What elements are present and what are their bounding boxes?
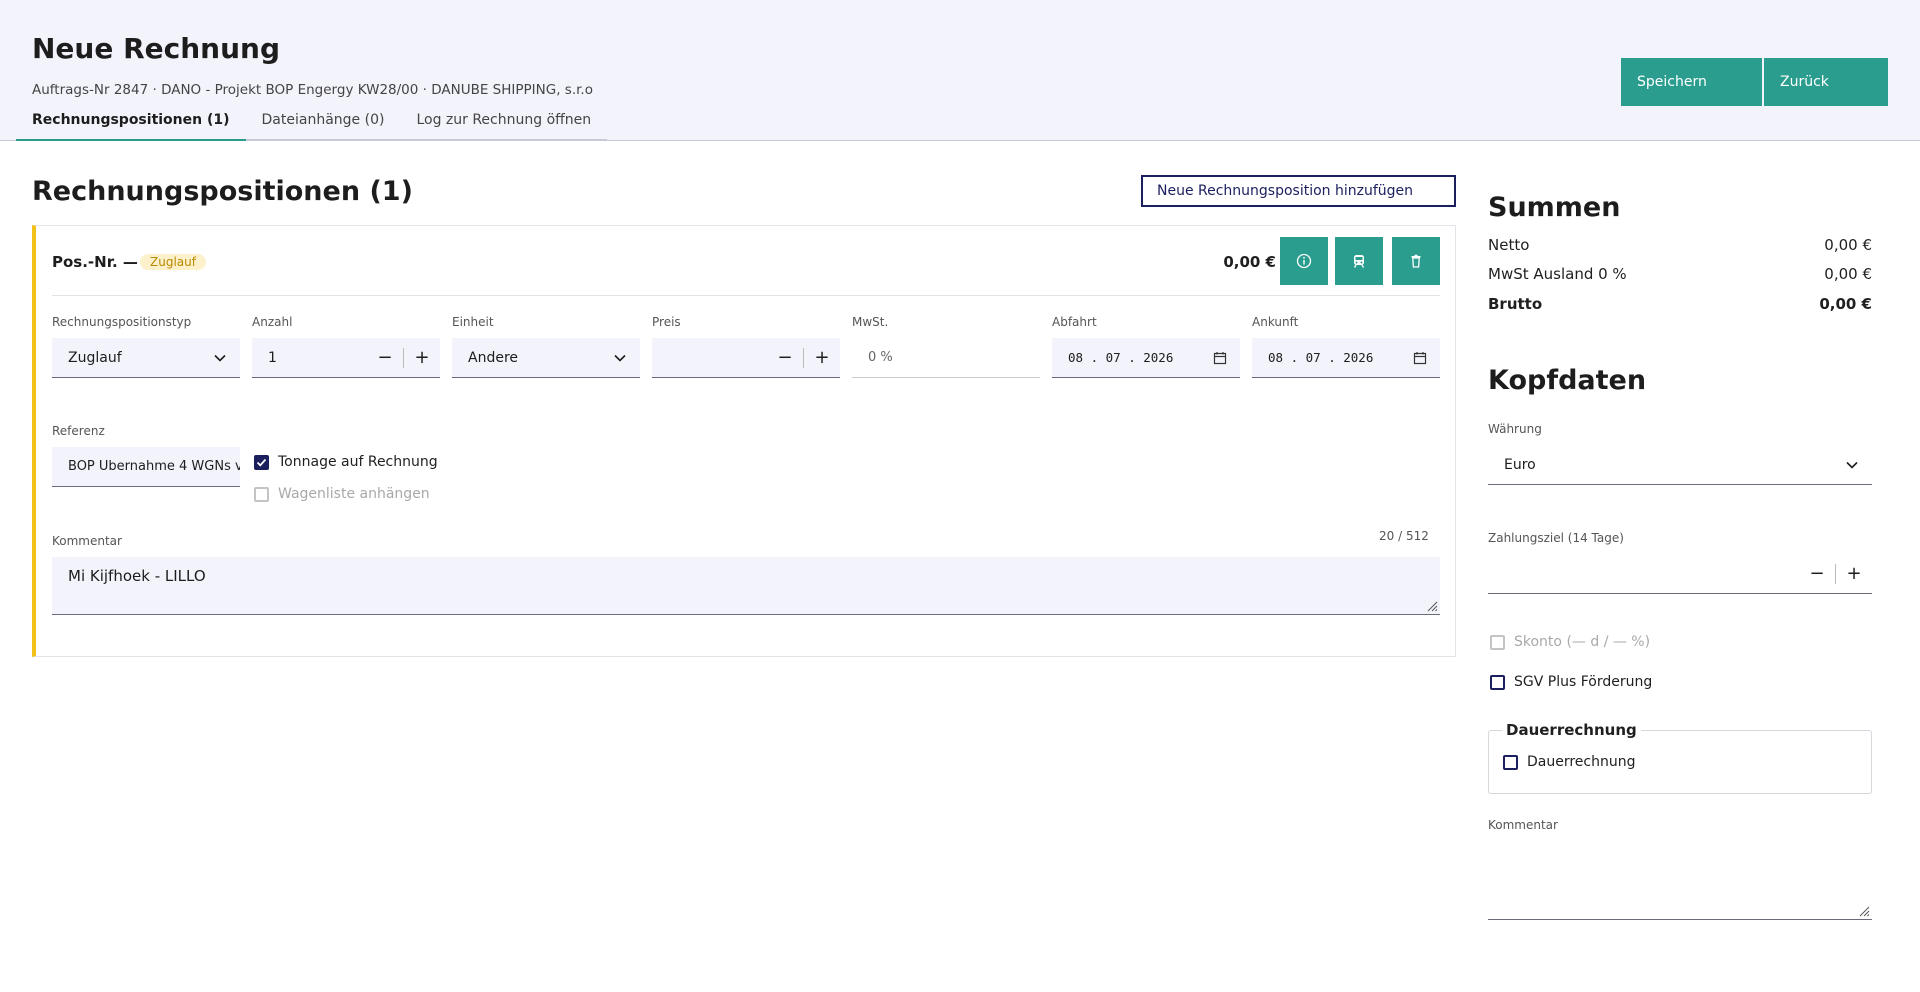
type-select[interactable]: Zuglauf: [52, 338, 240, 378]
sum-row-brutto: Brutto 0,00 €: [1488, 295, 1872, 313]
reference-label: Referenz: [52, 424, 105, 438]
type-label: Rechnungspositionstyp: [52, 315, 192, 329]
head-comment-textarea[interactable]: [1488, 842, 1872, 920]
add-position-button[interactable]: Neue Rechnungsposition hinzufügen: [1141, 175, 1456, 207]
sgv-label: SGV Plus Förderung: [1514, 674, 1653, 690]
comment-textarea[interactable]: Mi Kijfhoek - LILLO: [52, 557, 1440, 615]
sum-value: 0,00 €: [1819, 295, 1872, 313]
sum-value: 0,00 €: [1824, 236, 1872, 254]
unit-label: Einheit: [452, 315, 494, 329]
delete-button[interactable]: [1392, 237, 1440, 285]
chevron-down-icon: [1832, 458, 1872, 472]
chevron-down-icon: [200, 351, 240, 365]
sum-row-netto: Netto 0,00 €: [1488, 236, 1872, 254]
comment-label: Kommentar: [52, 534, 122, 548]
wagon-list-label: Wagenliste anhängen: [278, 486, 430, 502]
skonto-label: Skonto (— d / — %): [1514, 634, 1651, 650]
tonnage-checkbox[interactable]: [254, 454, 269, 470]
skonto-checkbox-row: Skonto (— d / — %): [1490, 634, 1650, 650]
price-stepper[interactable]: − +: [652, 338, 840, 378]
count-decrement-button[interactable]: −: [367, 338, 403, 378]
sum-row-vat: MwSt Ausland 0 % 0,00 €: [1488, 265, 1872, 283]
page-title: Neue Rechnung: [32, 32, 281, 65]
arrival-date-input[interactable]: 08 . 07 . 2026: [1252, 338, 1440, 378]
price-decrement-button[interactable]: −: [767, 338, 803, 378]
save-button[interactable]: Speichern: [1621, 58, 1762, 106]
recurring-label: Dauerrechnung: [1527, 754, 1636, 770]
price-increment-button[interactable]: +: [804, 338, 840, 378]
vat-label: MwSt.: [852, 315, 889, 329]
head-comment-label: Kommentar: [1488, 818, 1558, 832]
calendar-icon[interactable]: [1400, 351, 1440, 365]
payment-term-label: Zahlungsziel (14 Tage): [1488, 531, 1624, 545]
count-label: Anzahl: [252, 315, 293, 329]
count-value: 1: [268, 349, 277, 366]
position-type-badge: Zuglauf: [140, 254, 206, 270]
type-select-value: Zuglauf: [68, 349, 122, 366]
chevron-down-icon: [600, 351, 640, 365]
wagon-list-checkbox: [254, 486, 269, 502]
reference-value: BOP Übernahme 4 WGNs v: [68, 459, 240, 474]
sum-label: Netto: [1488, 236, 1530, 254]
vat-value: 0 %: [868, 350, 893, 365]
tab-positions[interactable]: Rechnungspositionen (1): [16, 108, 246, 141]
unit-select[interactable]: Andere: [452, 338, 640, 378]
resize-handle-icon[interactable]: [1858, 905, 1870, 917]
position-card: Pos.-Nr. — Zuglauf 0,00 € Rechnungsposit…: [32, 225, 1456, 657]
unit-select-value: Andere: [468, 349, 519, 366]
back-button[interactable]: Zurück: [1764, 58, 1888, 106]
count-stepper[interactable]: 1 − +: [252, 338, 440, 378]
price-label: Preis: [652, 315, 681, 329]
comment-counter: 20 / 512: [1379, 529, 1429, 543]
resize-handle-icon[interactable]: [1426, 600, 1438, 612]
recurring-legend: Dauerrechnung: [1502, 721, 1641, 739]
comment-text: Mi Kijfhoek - LILLO: [68, 567, 206, 585]
tab-log[interactable]: Log zur Rechnung öffnen: [400, 108, 608, 141]
info-button[interactable]: [1280, 237, 1328, 285]
currency-select[interactable]: Euro: [1488, 445, 1872, 485]
positions-title: Rechnungspositionen (1): [32, 176, 413, 207]
payment-decrement-button[interactable]: −: [1799, 554, 1835, 594]
tab-bar: Rechnungspositionen (1) Dateianhänge (0)…: [16, 108, 608, 141]
reference-input[interactable]: BOP Übernahme 4 WGNs v: [52, 447, 240, 487]
sum-value: 0,00 €: [1824, 265, 1872, 283]
vat-field: 0 %: [852, 338, 1040, 378]
payment-increment-button[interactable]: +: [1836, 554, 1872, 594]
count-increment-button[interactable]: +: [404, 338, 440, 378]
head-data-title: Kopfdaten: [1488, 365, 1647, 396]
recurring-checkbox[interactable]: [1503, 754, 1518, 770]
currency-value: Euro: [1504, 456, 1536, 473]
calendar-icon[interactable]: [1200, 351, 1240, 365]
train-button[interactable]: [1335, 237, 1383, 285]
departure-date-input[interactable]: 08 . 07 . 2026: [1052, 338, 1240, 378]
skonto-checkbox: [1490, 634, 1505, 650]
recurring-checkbox-row[interactable]: Dauerrechnung: [1503, 754, 1636, 770]
position-card-header: Pos.-Nr. — Zuglauf 0,00 €: [52, 226, 1440, 296]
delete-icon: [1411, 254, 1421, 268]
order-subtitle: Auftrags-Nr 2847 · DANO - Projekt BOP En…: [32, 82, 593, 98]
wagon-list-checkbox-row: Wagenliste anhängen: [254, 486, 430, 502]
page-header: Neue Rechnung Auftrags-Nr 2847 · DANO - …: [0, 0, 1920, 141]
sum-label: Brutto: [1488, 295, 1543, 313]
position-number: Pos.-Nr. —: [52, 253, 138, 271]
tonnage-checkbox-row[interactable]: Tonnage auf Rechnung: [254, 454, 438, 470]
sum-label: MwSt Ausland 0 %: [1488, 265, 1627, 283]
tab-attachments[interactable]: Dateianhänge (0): [245, 108, 401, 141]
payment-term-stepper[interactable]: − +: [1488, 554, 1872, 594]
arrival-label: Ankunft: [1252, 315, 1299, 329]
currency-label: Währung: [1488, 422, 1542, 436]
position-total: 0,00 €: [1223, 253, 1276, 271]
info-icon: [1296, 253, 1312, 269]
sums-title: Summen: [1488, 192, 1621, 223]
train-icon: [1353, 255, 1365, 268]
arrival-date-value: 08 . 07 . 2026: [1268, 350, 1374, 365]
tonnage-label: Tonnage auf Rechnung: [278, 454, 438, 470]
sgv-checkbox-row[interactable]: SGV Plus Förderung: [1490, 674, 1652, 690]
departure-date-value: 08 . 07 . 2026: [1068, 350, 1174, 365]
departure-label: Abfahrt: [1052, 315, 1097, 329]
sgv-checkbox[interactable]: [1490, 674, 1505, 690]
